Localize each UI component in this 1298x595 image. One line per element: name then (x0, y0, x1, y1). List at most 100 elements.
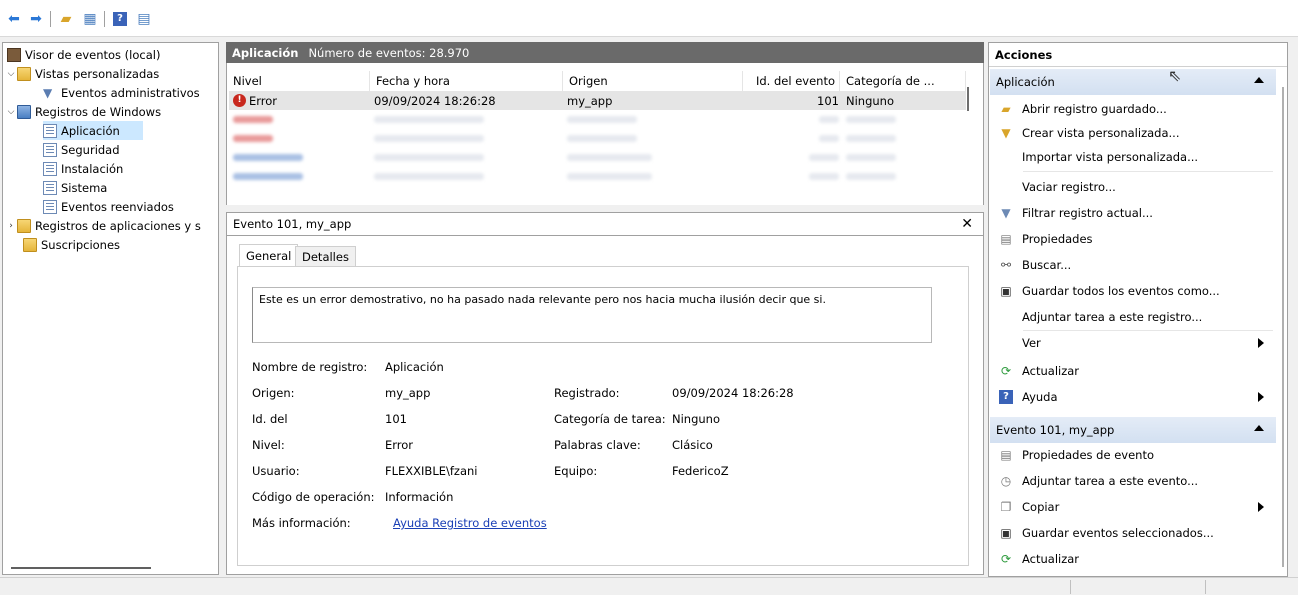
action-filter-log[interactable]: ▼ Filtrar registro actual... (990, 201, 1276, 225)
action-refresh-event[interactable]: ⟳ Actualizar (990, 547, 1276, 571)
column-header-source[interactable]: Origen (563, 71, 743, 91)
chevron-right-icon[interactable]: › (5, 221, 17, 231)
blank-icon (998, 179, 1014, 195)
show-hide-action-icon[interactable]: ▤ (134, 10, 154, 28)
label-user: Usuario: (252, 464, 300, 478)
log-icon (43, 199, 57, 214)
collapse-icon[interactable] (1254, 77, 1264, 83)
action-save-selected[interactable]: ▣ Guardar eventos seleccionados... (990, 521, 1276, 545)
vertical-scrollbar[interactable] (1282, 87, 1284, 567)
table-row[interactable] (229, 129, 966, 148)
column-header-date[interactable]: Fecha y hora (370, 71, 563, 91)
log-icon (43, 142, 57, 157)
tree-item-apps-services[interactable]: › Registros de aplicaciones y s (5, 216, 201, 235)
section-application[interactable]: Aplicación (990, 69, 1276, 95)
chevron-down-icon[interactable]: ⌵ (5, 69, 17, 79)
vertical-scrollbar[interactable] (967, 87, 969, 111)
action-label: Guardar todos los eventos como... (1022, 284, 1220, 298)
event-description[interactable]: Este es un error demostrativo, no ha pas… (252, 287, 932, 343)
action-create-custom-view[interactable]: ▼ Crear vista personalizada... (990, 121, 1276, 145)
action-properties[interactable]: ▤ Propiedades (990, 227, 1276, 251)
status-divider (1070, 580, 1071, 594)
tree-item-setup[interactable]: Instalación (43, 159, 123, 178)
action-label: Ayuda (1022, 390, 1058, 404)
action-event-properties[interactable]: ▤ Propiedades de evento (990, 443, 1276, 467)
event-list[interactable]: Nivel Fecha y hora Origen Id. del evento… (226, 63, 984, 205)
label-task-category: Categoría de tarea: (554, 412, 666, 426)
column-header-category[interactable]: Categoría de ... (840, 71, 966, 91)
value-level[interactable]: Error (385, 438, 413, 452)
action-help[interactable]: ? Ayuda (990, 385, 1276, 409)
show-hide-tree-icon[interactable]: ▦ (80, 10, 100, 28)
action-attach-task-event[interactable]: ◷ Adjuntar tarea a este evento... (990, 469, 1276, 493)
table-row[interactable] (229, 167, 966, 186)
table-row[interactable] (229, 110, 966, 129)
tree-item-admin-events[interactable]: ▼ Eventos administrativos (43, 83, 200, 102)
redacted-cell (374, 135, 484, 142)
tree-item-label: Registros de Windows (35, 104, 162, 119)
column-header-event-id[interactable]: Id. del evento (743, 71, 840, 91)
tree-item-windows-logs[interactable]: ⌵ Registros de Windows (5, 102, 161, 121)
action-label: Filtrar registro actual... (1022, 206, 1153, 220)
column-label: Id. del evento (755, 74, 835, 88)
action-label: Copiar (1022, 500, 1060, 514)
action-refresh[interactable]: ⟳ Actualizar (990, 359, 1276, 383)
collapse-icon[interactable] (1254, 425, 1264, 431)
toolbar-separator (104, 11, 105, 27)
action-save-all-events[interactable]: ▣ Guardar todos los eventos como... (990, 279, 1276, 303)
redacted-cell (819, 116, 839, 123)
action-view[interactable]: Ver (990, 331, 1276, 355)
label-more-info: Más información: (252, 516, 351, 530)
event-count: Número de eventos: 28.970 (308, 45, 470, 60)
filter-icon: ▼ (1001, 126, 1011, 140)
value-opcode[interactable]: Información (385, 490, 453, 504)
value-log-name[interactable]: Aplicación (385, 360, 444, 374)
value-logged[interactable]: 09/09/2024 18:26:28 (672, 386, 794, 400)
tree-item-subscriptions[interactable]: Suscripciones (23, 235, 120, 254)
help-icon[interactable]: ? (110, 10, 130, 28)
chevron-down-icon[interactable]: ⌵ (5, 107, 17, 117)
back-icon[interactable]: ⬅ (4, 10, 24, 28)
column-header-level[interactable]: Nivel (227, 71, 370, 91)
tree-item-system[interactable]: Sistema (43, 178, 107, 197)
table-row[interactable]: ! Error 09/09/2024 18:26:28 my_app 101 N… (229, 91, 966, 110)
horizontal-scrollbar[interactable] (11, 567, 151, 569)
tab-general[interactable]: General (239, 244, 299, 266)
tree-item-root[interactable]: Visor de eventos (local) (7, 45, 160, 64)
event-id-cell: 101 (817, 93, 839, 108)
help-link[interactable]: Ayuda Registro de eventos (393, 516, 547, 530)
table-row[interactable] (229, 148, 966, 167)
tree-item-custom-views[interactable]: ⌵ Vistas personalizadas (5, 64, 159, 83)
up-folder-icon[interactable]: ▰ (56, 10, 76, 28)
action-label: Buscar... (1022, 258, 1072, 272)
value-event-id[interactable]: 101 (385, 412, 407, 426)
console-tree[interactable]: Visor de eventos (local) ⌵ Vistas person… (2, 42, 219, 575)
action-label: Actualizar (1022, 364, 1080, 378)
value-user[interactable]: FLEXXIBLE\fzani (385, 464, 478, 478)
redacted-cell (846, 116, 896, 123)
tab-details[interactable]: Detalles (295, 246, 356, 266)
action-label: Adjuntar tarea a este registro... (1022, 310, 1203, 324)
value-keywords[interactable]: Clásico (672, 438, 713, 452)
tree-item-label: Registros de aplicaciones y s (35, 218, 201, 233)
close-icon[interactable]: ✕ (961, 216, 973, 232)
value-task-category[interactable]: Ninguno (672, 412, 720, 426)
value-computer[interactable]: FedericoZ (672, 464, 729, 478)
action-find[interactable]: ⚯ Buscar... (990, 253, 1276, 277)
action-open-saved-log[interactable]: ▰ Abrir registro guardado... (990, 97, 1276, 121)
action-import-custom-view[interactable]: Importar vista personalizada... (990, 145, 1276, 169)
tree-item-application[interactable]: Aplicación (43, 121, 143, 140)
value-source[interactable]: my_app (385, 386, 430, 400)
date-cell: 09/09/2024 18:26:28 (374, 93, 496, 108)
redacted-cell (374, 154, 484, 161)
tree-item-label: Aplicación (61, 123, 120, 138)
action-copy[interactable]: ❐ Copiar (990, 495, 1276, 519)
action-label: Ver (1022, 336, 1041, 350)
section-event[interactable]: Evento 101, my_app (990, 417, 1276, 443)
forward-icon[interactable]: ➡ (26, 10, 46, 28)
tree-item-security[interactable]: Seguridad (43, 140, 120, 159)
action-attach-task-log[interactable]: Adjuntar tarea a este registro... (990, 305, 1276, 329)
section-label: Evento 101, my_app (996, 423, 1115, 437)
action-clear-log[interactable]: Vaciar registro... (990, 175, 1276, 199)
tree-item-forwarded[interactable]: Eventos reenviados (43, 197, 174, 216)
